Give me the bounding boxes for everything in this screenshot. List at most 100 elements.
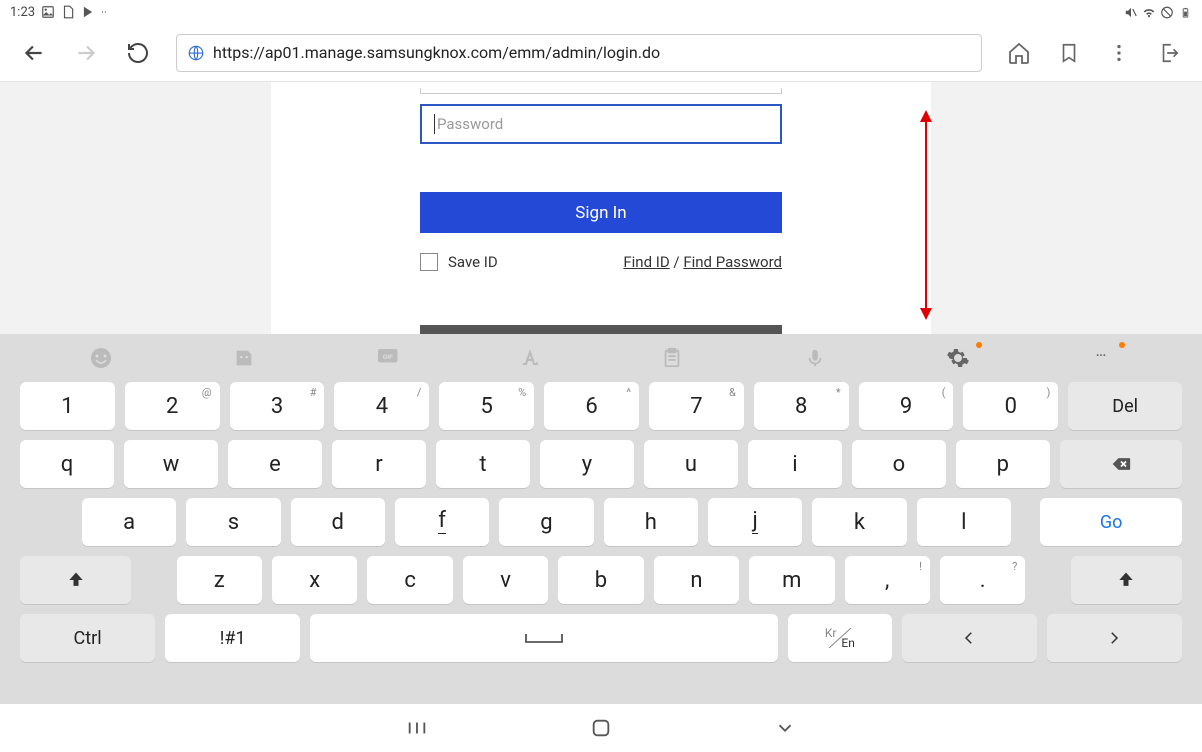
key-v[interactable]: v [463,556,548,604]
key-1[interactable]: 1 [20,382,115,430]
page-content[interactable]: Password Sign In Save ID Find ID / Find … [0,82,1202,334]
keyboard-rows: 12@3#4/5%6^7&8*9(0)Del qwertyuiop asdfgh… [0,382,1202,704]
battery-icon [1178,5,1192,19]
go-key[interactable]: Go [1040,498,1182,546]
save-id-label: Save ID [448,253,498,271]
key-b[interactable]: b [558,556,643,604]
bookmark-button[interactable] [1056,40,1082,66]
shift-key-left[interactable] [20,556,131,604]
back-button[interactable] [20,39,48,67]
language-key[interactable]: Kr En [788,614,892,662]
clock: 1:23 [10,5,35,20]
find-links: Find ID / Find Password [623,253,782,271]
key-e[interactable]: e [228,440,322,488]
text-style-icon[interactable] [510,344,550,372]
keyboard-hide-button[interactable] [773,716,797,740]
shift-key-right[interactable] [1071,556,1182,604]
checkbox-icon[interactable] [420,253,438,271]
key-5[interactable]: 5% [439,382,534,430]
key-2[interactable]: 2@ [125,382,220,430]
browser-toolbar [0,24,1202,82]
key-w[interactable]: w [124,440,218,488]
backspace-key[interactable] [1060,440,1182,488]
key-g[interactable]: g [499,498,593,546]
emoji-icon[interactable] [81,344,121,372]
key-p[interactable]: p [956,440,1050,488]
space-key[interactable] [310,614,778,662]
key-k[interactable]: k [812,498,906,546]
key-o[interactable]: o [852,440,946,488]
globe-icon [187,44,205,62]
image-icon [41,5,55,19]
symbols-key[interactable]: !#1 [165,614,300,662]
key-u[interactable]: u [644,440,738,488]
gif-icon[interactable]: GIF [367,344,407,372]
save-id-checkbox[interactable]: Save ID [420,253,498,271]
key-8[interactable]: 8* [754,382,849,430]
key-j[interactable]: j [708,498,802,546]
exit-button[interactable] [1156,40,1182,66]
key-n[interactable]: n [654,556,739,604]
key-0[interactable]: 0) [963,382,1058,430]
settings-icon[interactable] [938,344,978,372]
key-i[interactable]: i [748,440,842,488]
delete-key[interactable]: Del [1068,382,1182,430]
address-bar[interactable] [176,34,982,72]
password-placeholder: Password [437,115,503,133]
play-icon [81,5,95,19]
more-icon[interactable] [1081,344,1121,372]
key-d[interactable]: d [291,498,385,546]
home-button[interactable] [1006,40,1032,66]
footer-bar-top [420,325,782,334]
key-f[interactable]: f [395,498,489,546]
ctrl-key[interactable]: Ctrl [20,614,155,662]
key-t[interactable]: t [436,440,530,488]
url-input[interactable] [213,43,971,62]
key-r[interactable]: r [332,440,426,488]
password-field[interactable]: Password [420,104,782,145]
key-l[interactable]: l [917,498,1011,546]
forward-button[interactable] [72,39,100,67]
svg-text:GIF: GIF [382,353,393,361]
key-a[interactable]: a [82,498,176,546]
key-9[interactable]: 9( [859,382,954,430]
link-separator: / [670,253,684,271]
key-q[interactable]: q [20,440,114,488]
key-y[interactable]: y [540,440,634,488]
android-nav-bar [0,704,1202,752]
key-s[interactable]: s [186,498,280,546]
find-id-link[interactable]: Find ID [623,253,669,271]
right-arrow-key[interactable] [1047,614,1182,662]
key-z[interactable]: z [177,556,262,604]
comma-key[interactable]: ,! [845,556,930,604]
voice-icon[interactable] [795,344,835,372]
menu-button[interactable] [1106,40,1132,66]
key-m[interactable]: m [749,556,834,604]
recents-button[interactable] [405,716,429,740]
key-x[interactable]: x [272,556,357,604]
scroll-annotation [916,110,936,320]
key-h[interactable]: h [604,498,698,546]
find-password-link[interactable]: Find Password [683,253,782,271]
clipboard-icon[interactable] [652,344,692,372]
key-3[interactable]: 3# [230,382,325,430]
sticker-icon[interactable] [224,344,264,372]
text-cursor [434,114,435,134]
key-4[interactable]: 4/ [334,382,429,430]
more-dots: ·· [101,6,107,19]
key-6[interactable]: 6^ [544,382,639,430]
login-options-row: Save ID Find ID / Find Password [420,253,782,271]
id-field-bottom-edge [420,88,782,94]
login-form: Password Sign In Save ID Find ID / Find … [271,82,931,334]
signin-button[interactable]: Sign In [420,192,782,232]
reload-button[interactable] [124,39,152,67]
left-arrow-key[interactable] [902,614,1037,662]
home-nav-button[interactable] [589,716,613,740]
virtual-keyboard: GIF 12@3#4/5%6^7&8*9(0)Del qwertyuiop as… [0,334,1202,704]
qwerty-row-1: qwertyuiop [20,440,1182,488]
qwerty-row-2: asdfghjkl Go [20,498,1182,546]
period-key[interactable]: .? [940,556,1025,604]
key-c[interactable]: c [367,556,452,604]
key-7[interactable]: 7& [649,382,744,430]
status-bar: 1:23 ·· [0,0,1202,24]
